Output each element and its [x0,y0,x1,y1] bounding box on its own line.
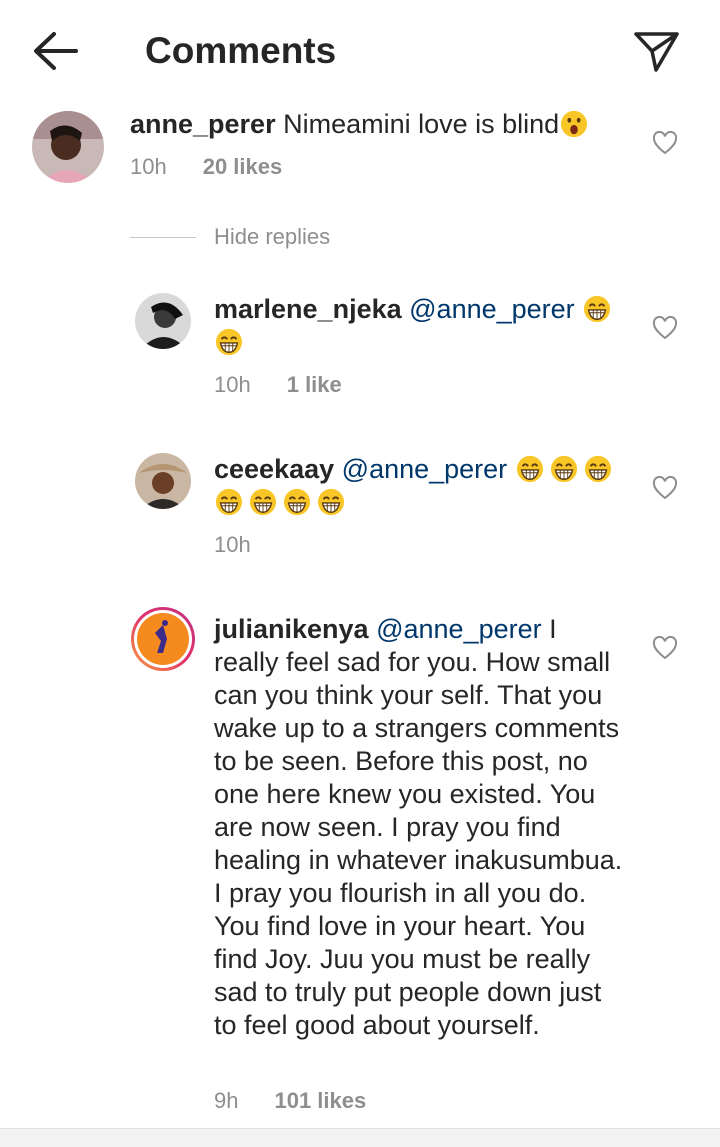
mention-link[interactable]: @anne_perer [342,454,508,484]
comment-time: 10h [130,154,167,179]
paper-plane-icon [634,32,679,72]
reply-likes[interactable]: 1 like [287,372,342,397]
grinning-face-emoji-icon [214,488,244,516]
comment-meta: 10h 20 likes [130,153,282,181]
avatar[interactable] [135,293,191,349]
grinning-face-emoji-icon [282,488,312,516]
reply-text: julianikenya @anne_perer I really feel s… [214,613,624,1042]
grinning-face-emoji-icon [316,488,346,516]
header-bar: Comments [0,0,720,100]
hide-replies-row: Hide replies [130,222,330,252]
reply-time: 9h [214,1088,239,1113]
like-button[interactable] [652,315,678,340]
like-button[interactable] [652,130,678,155]
avatar[interactable] [131,607,195,671]
reply-meta: 10h [214,531,251,559]
mention-link[interactable]: @anne_perer [409,294,575,324]
avatar[interactable] [135,453,191,509]
mention-link[interactable]: @anne_perer [376,614,542,644]
reply-username[interactable]: ceeekaay [214,454,334,484]
grinning-face-emoji-icon [214,328,244,356]
comment-text: anne_perer Nimeamini love is blind [130,108,630,141]
grinning-face-emoji-icon [515,455,545,483]
grinning-face-emoji-icon [582,295,612,323]
reply-text: ceeekaay @anne_perer [214,453,624,519]
share-button[interactable] [630,26,682,76]
grinning-face-emoji-icon [549,455,579,483]
heart-icon [652,635,678,660]
reply-meta: 9h 101 likes [214,1087,366,1115]
reply-time: 10h [214,372,251,397]
like-button[interactable] [652,475,678,500]
heart-icon [652,130,678,155]
comment-body: Nimeamini love is blind [283,109,560,139]
reply-text: marlene_njeka @anne_perer [214,293,624,359]
heart-icon [652,475,678,500]
reply-time: 10h [214,532,251,557]
avatar[interactable] [32,111,104,183]
arrow-left-icon [34,32,78,70]
hide-replies-button[interactable]: Hide replies [214,224,330,250]
grinning-face-emoji-icon [248,488,278,516]
reply-username[interactable]: marlene_njeka [214,294,402,324]
comment-username[interactable]: anne_perer [130,109,276,139]
reply-username[interactable]: julianikenya [214,614,369,644]
like-button[interactable] [652,635,678,660]
divider [130,236,196,238]
reply-body: I really feel sad for you. How small can… [214,614,623,1040]
page-title: Comments [145,30,337,71]
astonished-face-emoji-icon [559,110,589,138]
grinning-face-emoji-icon [583,455,613,483]
comment-likes[interactable]: 20 likes [203,154,283,179]
bottom-bar [0,1128,720,1147]
reply-meta: 10h 1 like [214,371,342,399]
back-button[interactable] [30,28,82,74]
heart-icon [652,315,678,340]
reply-likes[interactable]: 101 likes [274,1088,366,1113]
